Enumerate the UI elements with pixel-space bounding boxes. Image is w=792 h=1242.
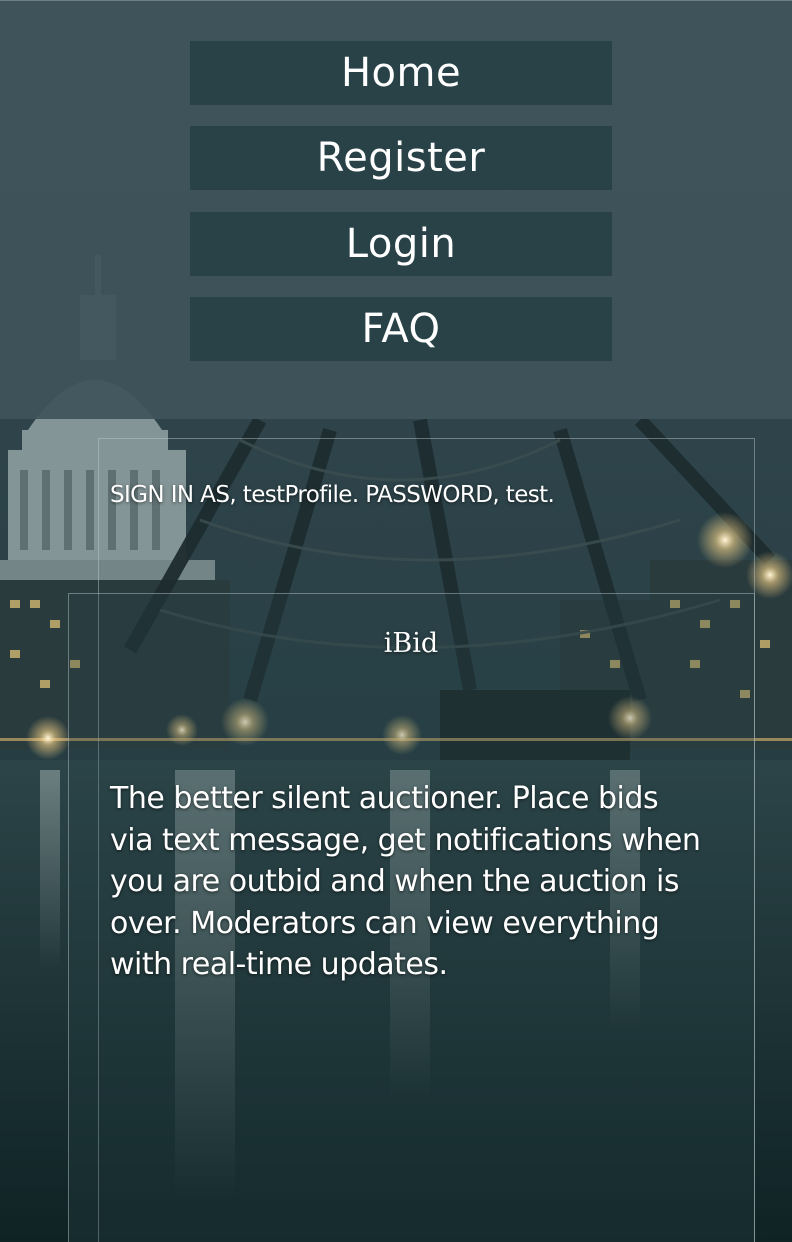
signin-hint-text: SIGN IN AS, testProfile. PASSWORD, test. [110, 482, 555, 508]
app-description: The better silent auctioner. Place bids … [110, 781, 701, 982]
nav-panel: Home Register Login FAQ [0, 0, 792, 419]
nav-register-button[interactable]: Register [190, 126, 612, 190]
nav-faq-button[interactable]: FAQ [190, 297, 612, 361]
nav-login-button[interactable]: Login [190, 212, 612, 276]
nav-home-button[interactable]: Home [190, 41, 612, 105]
brand-title: iBid [383, 628, 439, 659]
